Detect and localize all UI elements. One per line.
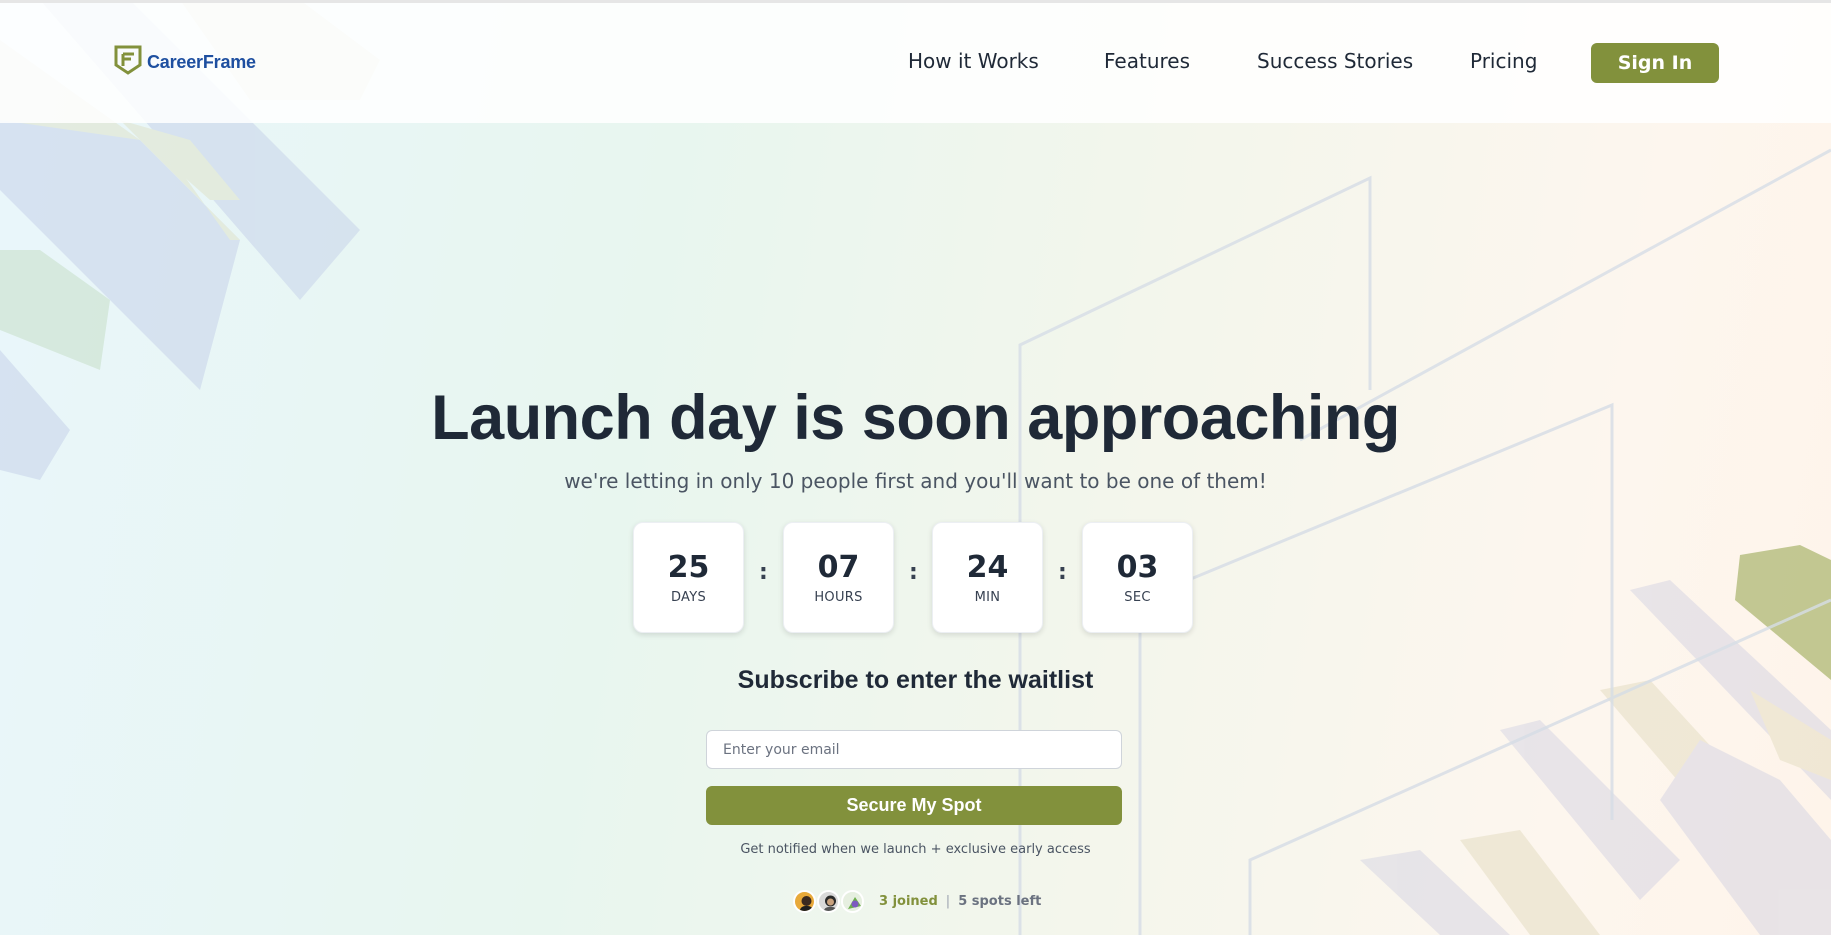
- countdown-separator: :: [759, 560, 768, 585]
- joined-count: 3 joined: [879, 893, 938, 909]
- hours-value: 07: [817, 550, 860, 585]
- hero-headline: Launch day is soon approaching: [431, 383, 1400, 453]
- secure-my-spot-button[interactable]: Secure My Spot: [706, 786, 1122, 825]
- hours-label: HOURS: [814, 590, 863, 605]
- email-input[interactable]: [706, 730, 1122, 769]
- countdown-separator: :: [1058, 560, 1067, 585]
- minutes-value: 24: [966, 550, 1009, 585]
- social-proof: 3 joined | 5 spots left: [793, 889, 1041, 913]
- countdown-minutes: 24 MIN: [932, 522, 1043, 633]
- avatar-group: [793, 889, 865, 913]
- waitlist-note: Get notified when we launch + exclusive …: [740, 842, 1091, 857]
- avatar: [793, 889, 816, 913]
- countdown-days: 25 DAYS: [633, 522, 744, 633]
- seconds-value: 03: [1116, 550, 1159, 585]
- minutes-label: MIN: [974, 590, 1001, 605]
- hero-subline: we're letting in only 10 people first an…: [564, 469, 1267, 493]
- days-value: 25: [667, 550, 710, 585]
- countdown-hours: 07 HOURS: [783, 522, 894, 633]
- countdown-timer: 25 DAYS : 07 HOURS : 24 MIN : 03 SEC: [633, 522, 1193, 633]
- divider: |: [945, 893, 951, 909]
- waitlist-title: Subscribe to enter the waitlist: [737, 666, 1094, 694]
- countdown-separator: :: [909, 560, 918, 585]
- days-label: DAYS: [670, 590, 707, 605]
- spots-left: 5 spots left: [958, 893, 1042, 909]
- avatar: [817, 889, 840, 913]
- hero-section: Launch day is soon approaching we're let…: [0, 0, 1831, 935]
- countdown-seconds: 03 SEC: [1082, 522, 1193, 633]
- avatar: [841, 889, 864, 913]
- seconds-label: SEC: [1124, 590, 1151, 605]
